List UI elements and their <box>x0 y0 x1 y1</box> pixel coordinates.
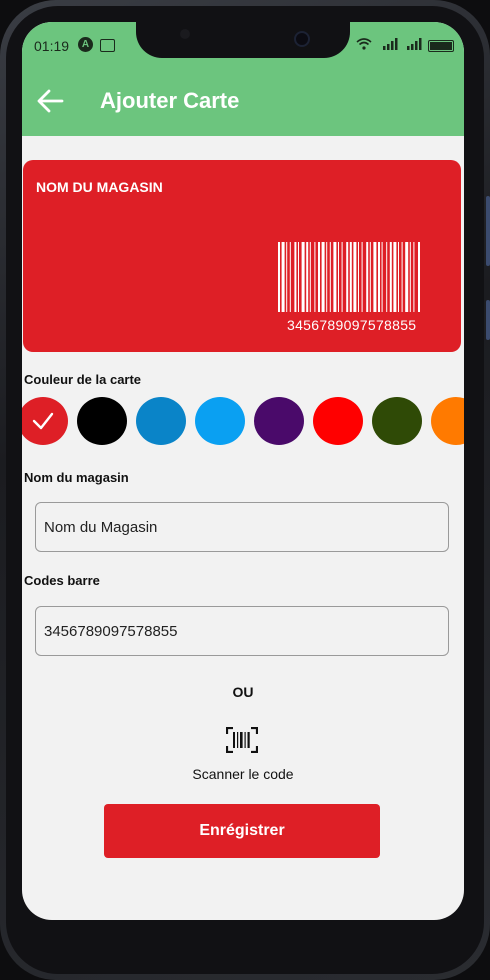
front-camera <box>294 31 310 47</box>
barcode-bar <box>378 242 380 312</box>
barcode-bar <box>298 242 299 312</box>
barcode-bar <box>393 242 397 312</box>
barcode-bar <box>309 242 311 312</box>
page-title: Ajouter Carte <box>100 88 240 113</box>
barcode-bar <box>405 242 409 312</box>
color-swatch[interactable] <box>136 397 186 445</box>
barcode-bar <box>301 242 305 312</box>
status-time: 01:19 <box>34 38 70 54</box>
color-swatch[interactable] <box>22 397 68 445</box>
barcode-bar <box>418 242 420 312</box>
barcode-bar <box>381 242 383 312</box>
barcode-bar <box>333 242 337 312</box>
barcode-bar <box>366 242 369 312</box>
barcode-label: Codes barre <box>24 573 100 588</box>
color-swatch[interactable] <box>313 397 363 445</box>
card-store-name: NOM DU MAGASIN <box>36 179 163 195</box>
barcode-bar <box>338 242 339 312</box>
barcode-bar <box>306 242 309 312</box>
checkmark-icon <box>32 412 54 430</box>
wifi-icon <box>356 38 372 50</box>
back-arrow-icon[interactable] <box>36 88 64 114</box>
barcode-bar <box>413 242 415 312</box>
save-button[interactable]: Enrégistrer <box>104 804 380 858</box>
app-notification-icon: A <box>78 37 93 52</box>
barcode-input[interactable] <box>42 607 441 656</box>
barcode-bar <box>361 242 363 312</box>
power-button <box>486 300 490 340</box>
barcode-bar <box>409 242 411 312</box>
barcode-bar <box>353 242 357 312</box>
battery-icon <box>428 40 454 52</box>
card-barcode-number: 3456789097578855 <box>287 317 417 333</box>
barcode-bar <box>278 242 280 312</box>
scan-code-link[interactable]: Scanner le code <box>22 766 464 782</box>
barcode-bar <box>321 242 325 312</box>
signal-icon <box>383 38 398 50</box>
color-section-label: Couleur de la carte <box>24 372 142 387</box>
barcode-bar <box>358 242 359 312</box>
barcode-bar <box>329 242 331 312</box>
app-screen: 01:19 A Ajouter Carte NOM DU MAGASIN 345… <box>22 22 464 920</box>
barcode-bar <box>289 242 291 312</box>
barcode-scan-icon[interactable] <box>226 727 258 753</box>
barcode-bar <box>341 242 343 312</box>
barcode-bar <box>398 242 399 312</box>
barcode-bar <box>373 242 377 312</box>
app-bar: Ajouter Carte <box>22 66 464 136</box>
store-name-label: Nom du magasin <box>24 470 129 485</box>
barcode-image <box>278 242 420 312</box>
barcode-bar <box>281 242 285 312</box>
sensor-dot <box>180 29 190 39</box>
color-swatch[interactable] <box>431 397 464 445</box>
card-preview: NOM DU MAGASIN 3456789097578855 <box>23 160 461 352</box>
camera-notch <box>136 22 350 58</box>
barcode-bar <box>349 242 352 312</box>
barcode-bar <box>369 242 371 312</box>
barcode-bar <box>389 242 392 312</box>
store-name-field[interactable] <box>35 502 449 552</box>
image-notification-icon <box>100 39 115 52</box>
color-swatch[interactable] <box>77 397 127 445</box>
barcode-bar <box>401 242 403 312</box>
color-swatch[interactable] <box>254 397 304 445</box>
barcode-bar <box>386 242 388 312</box>
color-swatch-row <box>22 396 464 448</box>
barcode-bar <box>318 242 320 312</box>
barcode-bar <box>286 242 288 312</box>
color-swatch[interactable] <box>195 397 245 445</box>
volume-button <box>486 196 490 266</box>
barcode-bar <box>326 242 328 312</box>
or-divider-text: OU <box>232 684 254 700</box>
barcode-bar <box>294 242 297 312</box>
color-swatch[interactable] <box>372 397 422 445</box>
barcode-bar <box>314 242 316 312</box>
store-name-input[interactable] <box>42 503 441 552</box>
barcode-field[interactable] <box>35 606 449 656</box>
signal-icon-2 <box>407 38 422 50</box>
barcode-bar <box>346 242 349 312</box>
